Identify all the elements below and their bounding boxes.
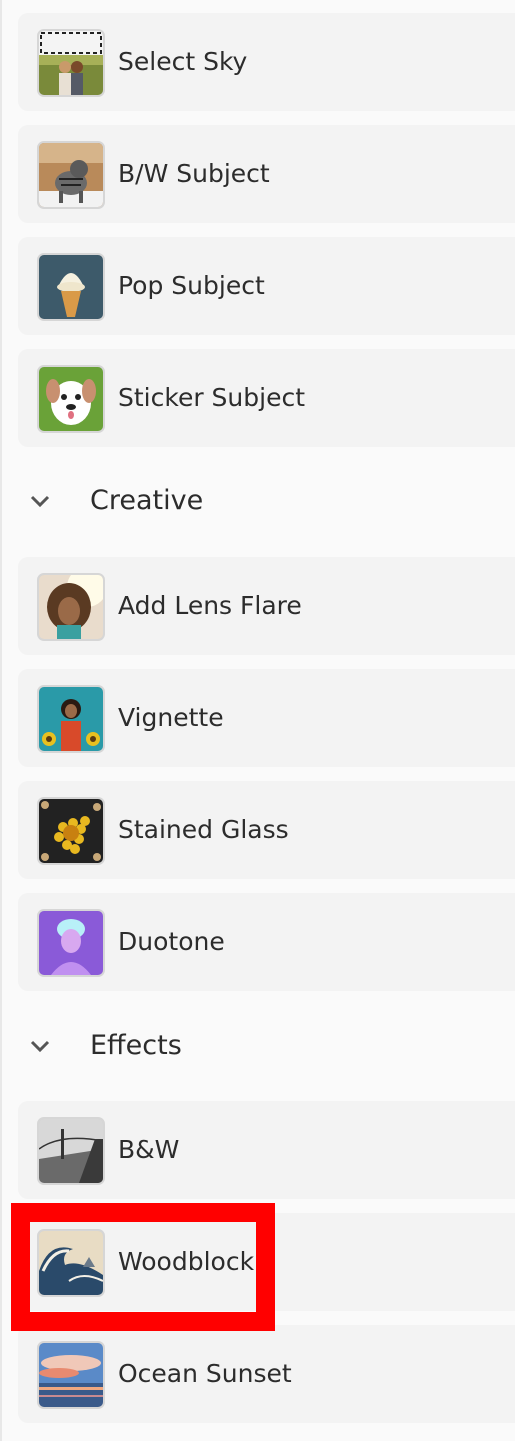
panel-left-border: [0, 0, 2, 1441]
chevron-down-icon: [30, 1040, 50, 1053]
preset-label: Select Sky: [118, 47, 248, 76]
preset-label: Duotone: [118, 927, 225, 956]
preset-pop-subject[interactable]: Pop Subject: [18, 237, 515, 335]
preset-vignette[interactable]: Vignette: [18, 669, 515, 767]
preset-bw[interactable]: B&W: [18, 1101, 515, 1199]
preset-label: Sticker Subject: [118, 383, 306, 412]
preset-label: Stained Glass: [118, 815, 289, 844]
preset-woodblock[interactable]: Woodblock: [18, 1213, 515, 1311]
preset-label: Add Lens Flare: [118, 591, 302, 620]
sticker-subject-thumbnail-icon: [37, 365, 105, 433]
stained-glass-thumbnail-icon: [37, 797, 105, 865]
section-title: Effects: [90, 1030, 182, 1061]
section-header-creative[interactable]: Creative: [0, 461, 515, 541]
select-sky-thumbnail-icon: [37, 29, 105, 97]
preset-add-lens-flare[interactable]: Add Lens Flare: [18, 557, 515, 655]
preset-duotone[interactable]: Duotone: [18, 893, 515, 991]
preset-label: Ocean Sunset: [118, 1359, 292, 1388]
woodblock-thumbnail-icon: [37, 1229, 105, 1297]
bw-thumbnail-icon: [37, 1117, 105, 1185]
preset-ocean-sunset[interactable]: Ocean Sunset: [18, 1325, 515, 1423]
preset-bw-subject[interactable]: B/W Subject: [18, 125, 515, 223]
bw-subject-thumbnail-icon: [37, 141, 105, 209]
preset-select-sky[interactable]: Select Sky: [18, 13, 515, 111]
preset-label: B&W: [118, 1135, 180, 1164]
section-header-effects[interactable]: Effects: [0, 1006, 515, 1086]
section-title: Creative: [90, 485, 204, 516]
pop-subject-thumbnail-icon: [37, 253, 105, 321]
preset-label: Vignette: [118, 703, 224, 732]
preset-stained-glass[interactable]: Stained Glass: [18, 781, 515, 879]
preset-label: Woodblock: [118, 1247, 255, 1276]
lens-flare-thumbnail-icon: [37, 573, 105, 641]
chevron-down-icon: [30, 495, 50, 508]
ocean-sunset-thumbnail-icon: [37, 1341, 105, 1409]
duotone-thumbnail-icon: [37, 909, 105, 977]
preset-label: Pop Subject: [118, 271, 265, 300]
vignette-thumbnail-icon: [37, 685, 105, 753]
preset-sticker-subject[interactable]: Sticker Subject: [18, 349, 515, 447]
preset-label: B/W Subject: [118, 159, 270, 188]
